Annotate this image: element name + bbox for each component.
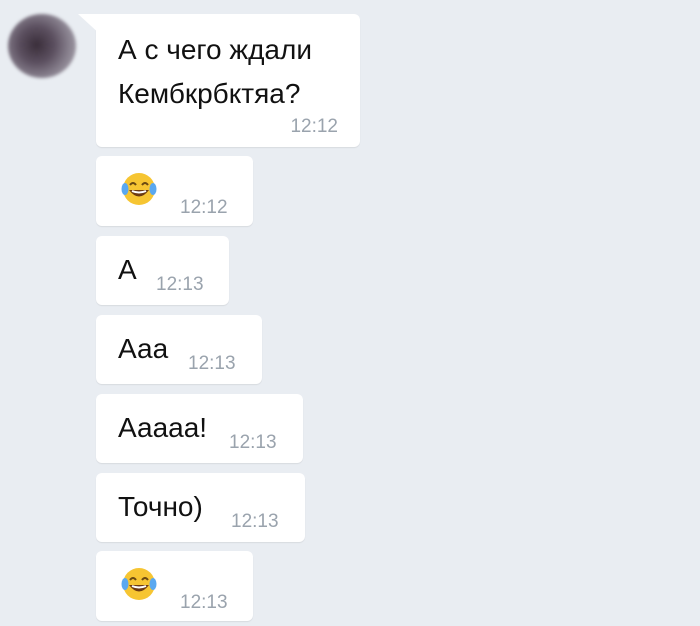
face-with-tears-of-joy-icon xyxy=(121,568,157,600)
message-bubble[interactable]: 12:12 xyxy=(96,156,253,226)
sender-avatar[interactable] xyxy=(8,14,76,78)
message-bubble[interactable]: А 12:13 xyxy=(96,236,229,305)
message-bubble[interactable]: 12:13 xyxy=(96,551,253,621)
message-text: Ааа xyxy=(118,333,169,364)
message-text: А с чего ждали Кембкрбктяа? xyxy=(118,34,312,109)
message-timestamp: 12:13 xyxy=(180,592,228,613)
message-timestamp: 12:13 xyxy=(229,432,277,453)
message-bubble[interactable]: Ааа 12:13 xyxy=(96,315,262,384)
message-text: Ааааа! xyxy=(118,412,208,443)
message-timestamp: 12:13 xyxy=(156,274,204,295)
message-timestamp: 12:13 xyxy=(231,511,279,532)
message-text: Точно) xyxy=(118,491,203,522)
face-with-tears-of-joy-icon xyxy=(121,173,157,205)
bubble-tail xyxy=(78,14,102,36)
message-timestamp: 12:13 xyxy=(188,353,236,374)
message-bubble[interactable]: Ааааа! 12:13 xyxy=(96,394,303,463)
message-bubble[interactable]: А с чего ждали Кембкрбктяа? 12:12 xyxy=(78,14,360,147)
message-timestamp: 12:12 xyxy=(180,197,228,218)
message-timestamp: 12:12 xyxy=(290,116,338,137)
message-bubble[interactable]: Точно) 12:13 xyxy=(96,473,305,542)
message-text: А xyxy=(118,254,137,285)
